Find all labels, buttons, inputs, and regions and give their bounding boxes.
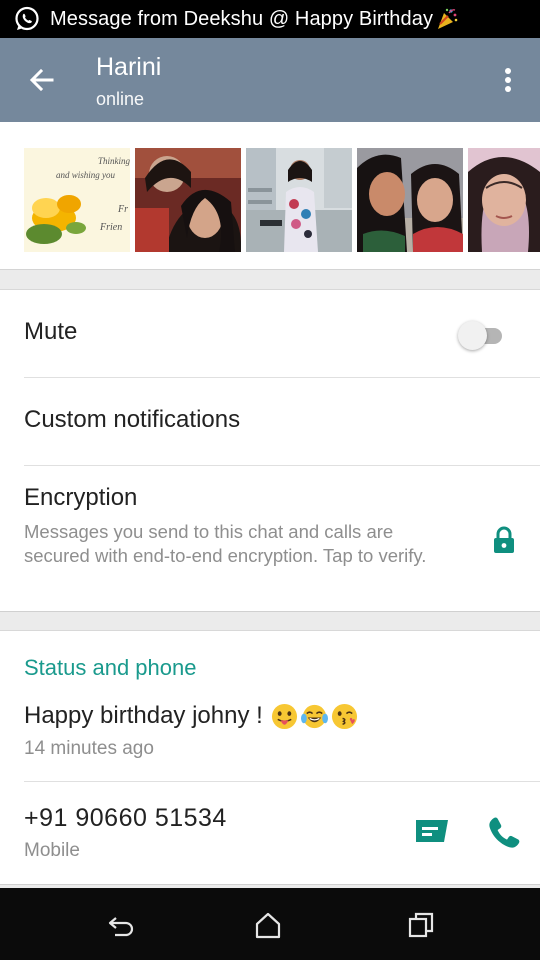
recents-nav-icon[interactable] [406,910,436,940]
card-text-1: Thinking [98,156,130,166]
message-icon[interactable] [414,816,450,848]
phone-type-label: Mobile [24,840,80,861]
media-strip: Thinking and wishing you Fr Frien [0,122,540,270]
encryption-description: Messages you send to this chat and calls… [24,521,427,566]
about-status: Happy birthday johny ! [24,702,358,730]
status-bar: Message from Deekshu @ Happy Birthday [0,0,540,38]
home-nav-icon[interactable] [253,910,283,940]
back-arrow-icon[interactable] [26,64,58,96]
tears-of-joy-emoji [300,704,328,728]
chat-settings-card: Mute Custom notifications Encryption Mes… [0,289,540,612]
notification-text: Message from Deekshu @ Happy Birthday [50,7,434,30]
custom-notifications-row[interactable]: Custom notifications [24,406,540,434]
whatsapp-icon [15,6,39,31]
contact-status: online [96,89,145,109]
card-text-4: Frien [99,222,122,233]
media-photo-3[interactable] [246,148,352,252]
divider [24,465,540,466]
encryption-row[interactable]: Encryption Messages you send to this cha… [24,484,540,568]
card-text-2: and wishing you [56,170,116,180]
mute-toggle[interactable] [458,320,506,350]
back-nav-icon[interactable] [106,910,136,940]
contact-name: Harini [96,53,162,81]
media-photo-4[interactable] [357,148,463,252]
media-photo-2[interactable] [135,148,241,252]
divider [24,781,540,782]
status-timestamp: 14 minutes ago [24,738,154,759]
divider [24,377,540,378]
media-photo-1[interactable]: Thinking and wishing you Fr Frien [24,148,130,252]
nav-bar [0,888,540,960]
status-phone-card: Status and phone Happy birthday johny ! [0,630,540,885]
card-text-3: Fr [117,204,128,215]
section-header: Status and phone [24,655,197,680]
toggle-knob [458,321,487,350]
kiss-emoji [331,703,357,729]
tongue-out-emoji [271,703,297,729]
custom-notifications-label: Custom notifications [24,406,241,433]
phone-number[interactable]: +91 90660 51534 [24,804,227,833]
status-text: Happy birthday johny ! [24,702,263,729]
media-photo-5[interactable] [468,148,540,252]
more-vert-icon[interactable] [496,64,520,96]
lock-icon [494,526,514,553]
app-bar: Harini online [0,38,540,122]
party-popper-emoji [438,8,458,29]
call-icon[interactable] [485,815,521,851]
encryption-label: Encryption [24,484,138,511]
